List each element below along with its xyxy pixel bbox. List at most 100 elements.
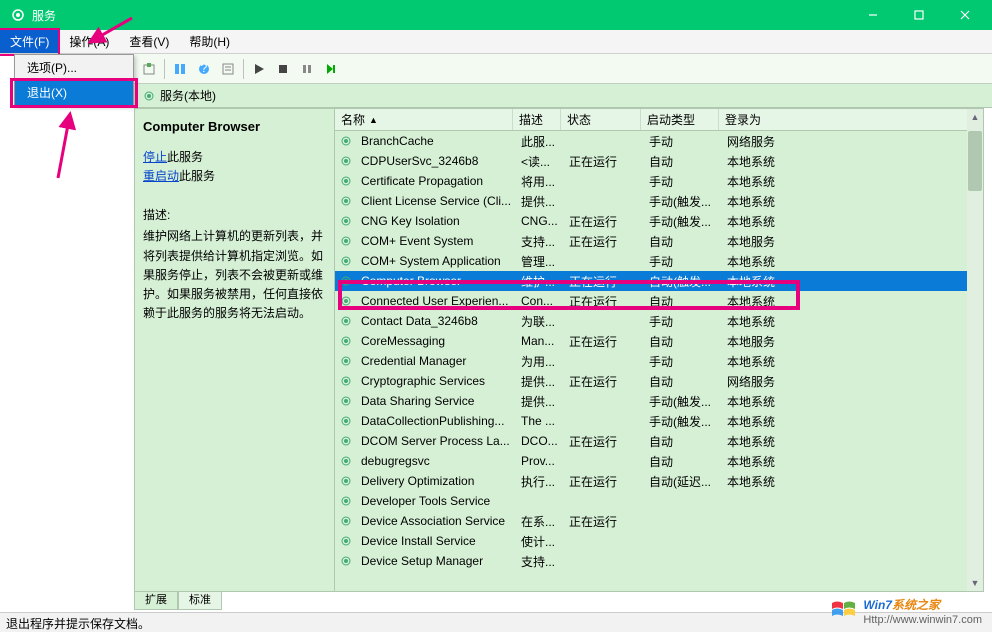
service-row[interactable]: COM+ Event System支持...正在运行自动本地服务	[335, 231, 983, 251]
service-row[interactable]: COM+ System Application管理...手动本地系统	[335, 251, 983, 271]
service-name: CoreMessaging	[357, 334, 517, 348]
menu-file[interactable]: 文件(F)	[0, 30, 59, 53]
col-status[interactable]: 状态	[561, 109, 641, 130]
nav-label[interactable]: 服务(本地)	[160, 87, 216, 104]
service-status: 正在运行	[565, 373, 645, 390]
menu-exit[interactable]: 退出(X)	[15, 80, 133, 105]
service-row[interactable]: DCOM Server Process La...DCO...正在运行自动本地系…	[335, 431, 983, 451]
service-start: 手动	[645, 353, 723, 370]
tab-extended[interactable]: 扩展	[134, 592, 178, 610]
service-desc: 维护...	[517, 273, 565, 290]
service-start: 手动(触发...	[645, 213, 723, 230]
service-start: 手动(触发...	[645, 413, 723, 430]
service-row[interactable]: Computer Browser维护...正在运行自动(触发...本地系统	[335, 271, 983, 291]
service-logon: 本地系统	[723, 153, 983, 170]
service-logon: 网络服务	[723, 373, 983, 390]
scroll-thumb[interactable]	[968, 131, 982, 191]
service-logon: 本地系统	[723, 293, 983, 310]
list-pane: 名称▲ 描述 状态 启动类型 登录为 BranchCache此服...手动网络服…	[335, 109, 983, 591]
service-row[interactable]: CDPUserSvc_3246b8<读...正在运行自动本地系统	[335, 151, 983, 171]
service-desc: 使计...	[517, 533, 565, 550]
list-body[interactable]: BranchCache此服...手动网络服务CDPUserSvc_3246b8<…	[335, 131, 983, 591]
service-row[interactable]: Credential Manager为用...手动本地系统	[335, 351, 983, 371]
service-start: 自动	[645, 433, 723, 450]
service-row[interactable]: CNG Key IsolationCNG...正在运行手动(触发...本地系统	[335, 211, 983, 231]
service-row[interactable]: Cryptographic Services提供...正在运行自动网络服务	[335, 371, 983, 391]
maximize-button[interactable]	[896, 0, 942, 30]
menu-view[interactable]: 查看(V)	[119, 30, 179, 53]
service-row[interactable]: Certificate Propagation将用...手动本地系统	[335, 171, 983, 191]
detail-service-name: Computer Browser	[143, 119, 326, 134]
service-name: Device Setup Manager	[357, 554, 517, 568]
menu-options[interactable]: 选项(P)...	[15, 55, 133, 80]
service-name: Cryptographic Services	[357, 374, 517, 388]
service-logon: 本地系统	[723, 173, 983, 190]
service-row[interactable]: DataCollectionPublishing...The ...手动(触发.…	[335, 411, 983, 431]
toolbar-play-icon[interactable]	[248, 58, 270, 80]
scroll-up-icon[interactable]: ▲	[967, 109, 983, 125]
service-status: 正在运行	[565, 293, 645, 310]
toolbar-properties-icon[interactable]	[217, 58, 239, 80]
gear-icon	[142, 89, 156, 103]
nav-row: 服务(本地)	[134, 84, 992, 108]
service-name: Data Sharing Service	[357, 394, 517, 408]
service-name: DCOM Server Process La...	[357, 434, 517, 448]
service-row[interactable]: Client License Service (Cli...提供...手动(触发…	[335, 191, 983, 211]
service-row[interactable]: BranchCache此服...手动网络服务	[335, 131, 983, 151]
stop-link[interactable]: 停止	[143, 150, 167, 164]
service-row[interactable]: Connected User Experien...Con...正在运行自动本地…	[335, 291, 983, 311]
tab-standard[interactable]: 标准	[178, 592, 222, 610]
service-logon: 网络服务	[723, 133, 983, 150]
toolbar: ?	[134, 54, 992, 84]
service-desc: DCO...	[517, 434, 565, 448]
service-name: Contact Data_3246b8	[357, 314, 517, 328]
service-row[interactable]: Delivery Optimization执行...正在运行自动(延迟...本地…	[335, 471, 983, 491]
col-start[interactable]: 启动类型	[641, 109, 719, 130]
service-name: Client License Service (Cli...	[357, 194, 517, 208]
service-status: 正在运行	[565, 333, 645, 350]
restart-link[interactable]: 重启动	[143, 169, 179, 183]
service-start: 手动(触发...	[645, 193, 723, 210]
service-desc: 支持...	[517, 233, 565, 250]
menu-action[interactable]: 操作(A)	[59, 30, 119, 53]
toolbar-stop-icon[interactable]	[272, 58, 294, 80]
service-start: 自动	[645, 153, 723, 170]
menu-help[interactable]: 帮助(H)	[179, 30, 240, 53]
toolbar-export-icon[interactable]	[138, 58, 160, 80]
service-start: 手动	[645, 253, 723, 270]
service-row[interactable]: Device Setup Manager支持...	[335, 551, 983, 571]
toolbar-refresh-icon[interactable]	[169, 58, 191, 80]
col-desc[interactable]: 描述	[513, 109, 561, 130]
col-logon[interactable]: 登录为	[719, 109, 983, 130]
service-logon: 本地系统	[723, 413, 983, 430]
minimize-button[interactable]	[850, 0, 896, 30]
service-status: 正在运行	[565, 473, 645, 490]
service-row[interactable]: Device Install Service使计...	[335, 531, 983, 551]
service-name: BranchCache	[357, 134, 517, 148]
service-logon: 本地系统	[723, 253, 983, 270]
toolbar-restart-icon[interactable]	[320, 58, 342, 80]
service-start: 自动(触发...	[645, 273, 723, 290]
service-row[interactable]: Developer Tools Service	[335, 491, 983, 511]
toolbar-pause-icon[interactable]	[296, 58, 318, 80]
service-row[interactable]: CoreMessagingMan...正在运行自动本地服务	[335, 331, 983, 351]
scroll-down-icon[interactable]: ▼	[967, 575, 983, 591]
col-name[interactable]: 名称▲	[335, 109, 513, 130]
service-row[interactable]: Contact Data_3246b8为联...手动本地系统	[335, 311, 983, 331]
service-row[interactable]: Data Sharing Service提供...手动(触发...本地系统	[335, 391, 983, 411]
service-desc: 提供...	[517, 393, 565, 410]
service-row[interactable]: Device Association Service在系...正在运行	[335, 511, 983, 531]
service-row[interactable]: debugregsvcProv...自动本地系统	[335, 451, 983, 471]
scrollbar[interactable]: ▲ ▼	[967, 109, 983, 591]
service-name: CDPUserSvc_3246b8	[357, 154, 517, 168]
service-desc: <读...	[517, 153, 565, 170]
service-name: Connected User Experien...	[357, 294, 517, 308]
service-status: 正在运行	[565, 213, 645, 230]
toolbar-help-icon[interactable]: ?	[193, 58, 215, 80]
menu-bar: 文件(F) 操作(A) 查看(V) 帮助(H)	[0, 30, 992, 54]
annotation-arrow-2	[38, 110, 78, 180]
close-button[interactable]	[942, 0, 988, 30]
service-start: 手动	[645, 173, 723, 190]
service-start: 手动(触发...	[645, 393, 723, 410]
service-status: 正在运行	[565, 433, 645, 450]
